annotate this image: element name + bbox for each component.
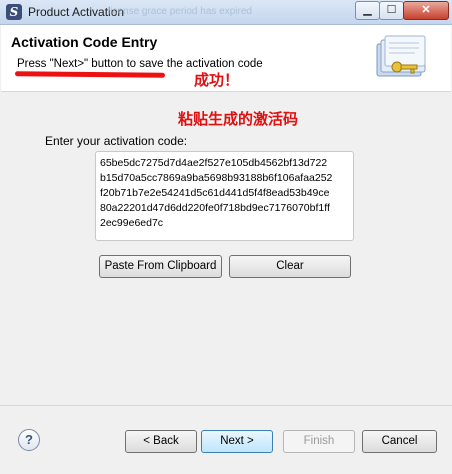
finish-button: Finish [283,430,355,453]
app-logo-icon: S [6,4,22,20]
activation-code-textarea[interactable]: 65be5dc7275d7d4ae2f527e105db4562bf13d722… [95,151,354,241]
clear-button[interactable]: Clear [229,255,351,278]
footer-divider [0,405,452,406]
wizard-header: Activation Code Entry Press "Next>" butt… [1,25,451,92]
cancel-button[interactable]: Cancel [362,430,437,453]
minimize-icon[interactable]: ▁ [355,1,380,20]
close-icon[interactable]: ✕ [403,1,449,20]
red-highlight-stroke [14,71,166,78]
window-titlebar[interactable]: S Product Activation license grace perio… [0,0,452,25]
window-ghost-text: license grace period has expired [108,6,252,17]
success-annotation: 成功！ [194,72,240,89]
paste-annotation: 粘贴生成的激活码 [178,111,299,128]
activation-code-label: Enter your activation code: [45,134,188,148]
back-button[interactable]: < Back [125,430,197,453]
folder-key-icon [376,35,426,77]
page-title: Activation Code Entry [11,34,158,50]
paste-from-clipboard-button[interactable]: Paste From Clipboard [99,255,222,278]
help-icon[interactable]: ? [18,429,40,451]
next-button[interactable]: Next > [201,430,273,453]
maximize-icon[interactable]: ☐ [379,1,404,20]
